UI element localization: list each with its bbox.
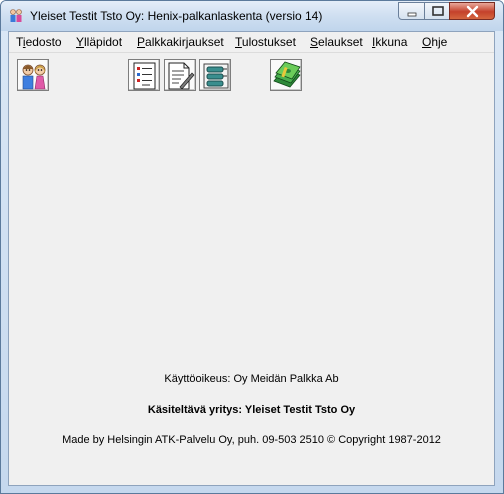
app-people-icon bbox=[10, 9, 22, 22]
close-button[interactable] bbox=[449, 2, 495, 20]
database-icon bbox=[203, 63, 229, 89]
menu-tiedosto[interactable]: Tiedosto bbox=[16, 35, 62, 49]
minimize-button[interactable] bbox=[398, 2, 425, 20]
checklist-icon bbox=[133, 62, 156, 90]
menu-tiedosto-rest: edosto bbox=[25, 35, 62, 49]
app-window: Yleiset Testit Tsto Oy: Henix-palkanlask… bbox=[0, 0, 504, 494]
license-text: Käyttöoikeus: Oy Meidän Palkka Ab bbox=[164, 373, 339, 385]
database-button[interactable] bbox=[199, 59, 231, 91]
title-bar[interactable]: Yleiset Testit Tsto Oy: Henix-palkanlask… bbox=[1, 1, 503, 31]
menu-selaukset[interactable]: Selaukset bbox=[310, 35, 363, 49]
menu-ikkuna-rest: kkuna bbox=[375, 35, 408, 49]
menu-palkkakirjaukset-rest: alkkakirjaukset bbox=[145, 35, 224, 49]
menu-tulostukset-rest: ulostukset bbox=[241, 35, 296, 49]
checklist-button[interactable] bbox=[128, 59, 160, 91]
menu-ohje[interactable]: Ohje bbox=[422, 35, 447, 49]
main-client-area: Tiedosto Ylläpidot Palkkakirjaukset Tulo… bbox=[8, 31, 495, 486]
menu-selaukset-accel: S bbox=[310, 35, 319, 49]
menu-tulostukset[interactable]: Tulostukset bbox=[235, 35, 296, 49]
window-title: Yleiset Testit Tsto Oy: Henix-palkanlask… bbox=[30, 9, 323, 23]
menu-ikkuna[interactable]: Ikkuna bbox=[372, 35, 407, 49]
document-edit-button[interactable] bbox=[164, 59, 196, 91]
menu-yllapidot-rest: lläpidot bbox=[84, 35, 123, 49]
menu-yllapidot[interactable]: Ylläpidot bbox=[76, 35, 122, 49]
menu-selaukset-rest: elaukset bbox=[318, 35, 363, 49]
menu-palkkakirjaukset[interactable]: Palkkakirjaukset bbox=[137, 35, 224, 49]
menu-tulostukset-accel: T bbox=[235, 35, 242, 49]
menu-palkkakirjaukset-accel: P bbox=[137, 35, 146, 49]
company-text: Käsiteltävä yritys: Yleiset Testit Tsto … bbox=[147, 404, 356, 416]
menu-bar: Tiedosto Ylläpidot Palkkakirjaukset Tulo… bbox=[9, 32, 494, 53]
document-edit-icon bbox=[168, 62, 195, 90]
minimize-icon bbox=[407, 12, 417, 17]
people-button[interactable] bbox=[17, 59, 49, 91]
maximize-icon bbox=[432, 6, 444, 16]
money-button[interactable] bbox=[270, 59, 302, 91]
money-icon bbox=[273, 61, 301, 88]
close-icon bbox=[466, 5, 479, 18]
copyright-text: Made by Helsingin ATK-Palvelu Oy, puh. 0… bbox=[62, 434, 441, 446]
menu-tiedosto-first: T bbox=[16, 35, 23, 49]
menu-ohje-accel: O bbox=[422, 35, 432, 49]
people-icon bbox=[22, 64, 46, 90]
menu-yllapidot-accel: Y bbox=[76, 35, 85, 49]
maximize-button[interactable] bbox=[424, 2, 450, 20]
menu-ohje-rest: hje bbox=[431, 35, 448, 49]
